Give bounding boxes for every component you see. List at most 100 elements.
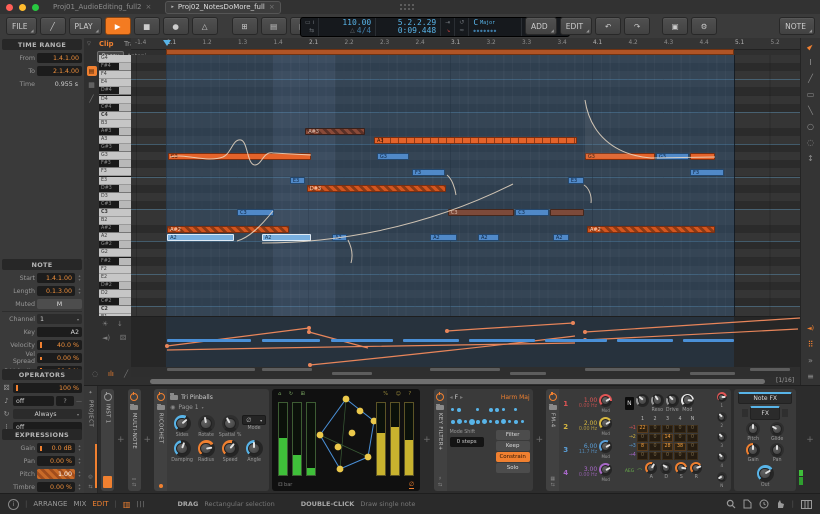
- piano-key-E3[interactable]: E3: [99, 177, 131, 185]
- piano-key-F3[interactable]: F3: [99, 168, 131, 176]
- piano-key-B2[interactable]: B2: [99, 217, 131, 225]
- piano-key-D4[interactable]: D4: [99, 96, 131, 104]
- line-tool-icon[interactable]: ╱: [89, 95, 93, 104]
- piano-key-D3[interactable]: D3: [99, 193, 131, 201]
- layered-mode-icon[interactable]: ▤: [87, 66, 97, 76]
- fm-operator-4[interactable]: 43.000.00 HzMod: [562, 461, 622, 484]
- piano-key-C4[interactable]: C4: [99, 112, 131, 120]
- note-length-field[interactable]: 0.1.3.00: [37, 286, 75, 296]
- r-knob[interactable]: R: [690, 462, 702, 480]
- piano-key-D#4[interactable]: D#4: [99, 87, 131, 95]
- scale-dots-row[interactable]: [450, 405, 530, 414]
- op-level-knob-2[interactable]: 2: [717, 412, 727, 428]
- tab-clip[interactable]: Clip: [99, 40, 114, 48]
- piano-keyboard[interactable]: G4F#4F4E4D#4D4C#4C4B3A#3A3G#3G3F#3F3E3D#…: [99, 55, 132, 316]
- piano-key-C2[interactable]: C2: [99, 306, 131, 314]
- repeats-q[interactable]: ?: [56, 396, 74, 406]
- record-button[interactable]: ●: [163, 17, 189, 35]
- piano-key-G2[interactable]: G2: [99, 249, 131, 257]
- settings-gear-button[interactable]: ⚙: [691, 17, 717, 35]
- file-icon[interactable]: [743, 499, 752, 509]
- midi-note-G3[interactable]: G3: [377, 153, 409, 160]
- piano-key-A#3[interactable]: A#3: [99, 128, 131, 136]
- rotate-knob[interactable]: Rotate: [198, 415, 215, 438]
- reso-knob[interactable]: Reso: [651, 394, 664, 413]
- fm-matrix-cell[interactable]: 0: [687, 425, 699, 433]
- metronome-button[interactable]: △: [192, 17, 218, 35]
- fm-matrix-cell[interactable]: 0: [637, 452, 649, 460]
- knob-knob[interactable]: [636, 394, 649, 413]
- project-panel-strip[interactable]: ✦ PROJECT ◎ ⇆: [84, 386, 98, 494]
- midi-note-G3[interactable]: [690, 153, 715, 160]
- fm-matrix-cell[interactable]: 28: [662, 443, 674, 451]
- clock-icon[interactable]: [759, 499, 769, 509]
- op-level-knob-N[interactable]: N: [717, 472, 727, 488]
- key-filter-keep-button[interactable]: Keep: [496, 441, 530, 451]
- undo-button[interactable]: ↶: [595, 17, 621, 35]
- piano-key-E2[interactable]: E2: [99, 274, 131, 282]
- circle-tool-icon[interactable]: ◌: [92, 370, 98, 378]
- add-button[interactable]: ADD◢: [525, 17, 557, 35]
- midi-note-C3[interactable]: C3: [237, 209, 274, 216]
- filter-icon[interactable]: ▽: [87, 41, 91, 47]
- fold-down-icon[interactable]: ↓: [117, 320, 123, 328]
- midi-note-C3[interactable]: C3: [448, 209, 515, 216]
- project-tab-2[interactable]: ▸ Proj02_NotesDoMore_full ×: [165, 1, 280, 14]
- power-icon[interactable]: [104, 393, 112, 401]
- close-window-icon[interactable]: [6, 4, 13, 11]
- midi-note-A2[interactable]: A2: [478, 234, 499, 241]
- lasso-tool-icon[interactable]: ○: [807, 122, 814, 131]
- piano-key-C#2[interactable]: C#2: [99, 298, 131, 306]
- radius-knob[interactable]: Radius: [198, 440, 215, 463]
- minimize-window-icon[interactable]: [19, 4, 26, 11]
- mode-select[interactable]: ∅▾ Mode: [242, 415, 266, 438]
- midi-note-A#3[interactable]: A#3: [305, 128, 365, 135]
- playhead-marker[interactable]: [163, 40, 171, 46]
- mode-shift-field[interactable]: 0 steps: [450, 437, 484, 447]
- piano-key-B3[interactable]: B3: [99, 120, 131, 128]
- scale-name[interactable]: Harm Maj: [501, 394, 530, 401]
- angle-knob[interactable]: Angle: [246, 440, 263, 463]
- midi-note-A2[interactable]: A2: [553, 234, 569, 241]
- viz-shape-icons[interactable]: ⌂ ↻ ⊞: [278, 391, 308, 397]
- preset-folder-icon[interactable]: [436, 405, 444, 410]
- midi-note-A2[interactable]: A2: [262, 234, 311, 241]
- transport-io-icons[interactable]: ▭ ı⇆: [301, 18, 319, 36]
- pan-field[interactable]: 0.00 %: [37, 456, 75, 466]
- gain-field[interactable]: 0.0 dB: [37, 443, 75, 453]
- mixer-icon[interactable]: |||: [136, 501, 145, 508]
- fm-operator-1[interactable]: 11.000.00 HzMod: [562, 392, 622, 415]
- snap-grid-icon[interactable]: ⠿: [808, 340, 814, 349]
- viz-mod-icons[interactable]: % ☺ ?: [383, 391, 414, 397]
- eraser-tool-icon[interactable]: ▭: [807, 90, 815, 99]
- velocity-lane-icon[interactable]: ılı: [108, 370, 114, 378]
- device-multi-note[interactable]: MULTI-NOTE ⚏ ⇆: [128, 389, 141, 491]
- time-select-tool-icon[interactable]: I: [809, 58, 811, 67]
- fm-matrix-cell[interactable]: 0: [649, 425, 661, 433]
- a-knob[interactable]: A: [645, 462, 657, 480]
- view-edit[interactable]: EDIT: [92, 500, 108, 508]
- key-filter-solo-button[interactable]: Solo: [496, 463, 530, 473]
- project-tab-1[interactable]: Proj01_AudioEditing_full2 ×: [53, 3, 151, 11]
- fm-matrix-cell[interactable]: 0: [649, 452, 661, 460]
- mod-knob[interactable]: Mod: [681, 394, 694, 413]
- piano-key-C#3[interactable]: C#3: [99, 201, 131, 209]
- add-device-icon[interactable]: +: [423, 435, 431, 445]
- info-icon[interactable]: i: [8, 499, 19, 510]
- piano-key-B1[interactable]: B1: [99, 314, 131, 316]
- fx-slot-stub[interactable]: [782, 409, 788, 417]
- stop-button[interactable]: ■: [134, 17, 160, 35]
- midi-note-A2[interactable]: A2: [430, 234, 457, 241]
- fm-matrix-cell[interactable]: 0: [662, 452, 674, 460]
- time-signature[interactable]: 4/4: [357, 27, 371, 35]
- key-filter-strip[interactable]: KEY FILTER+ ♯ ⇆: [434, 389, 447, 491]
- piano-key-F#4[interactable]: F#4: [99, 63, 131, 71]
- midi-note-G3[interactable]: G3: [168, 153, 311, 160]
- audition-icon[interactable]: ◄): [807, 324, 814, 333]
- draw-tool-icon[interactable]: ╱: [124, 370, 128, 378]
- fm-matrix-cell[interactable]: 0: [674, 425, 686, 433]
- midi-note-F3[interactable]: F3: [690, 169, 724, 176]
- fm-matrix-cell[interactable]: 8: [637, 443, 649, 451]
- midi-note-C3[interactable]: C3: [515, 209, 549, 216]
- drag-grip[interactable]: [399, 3, 415, 11]
